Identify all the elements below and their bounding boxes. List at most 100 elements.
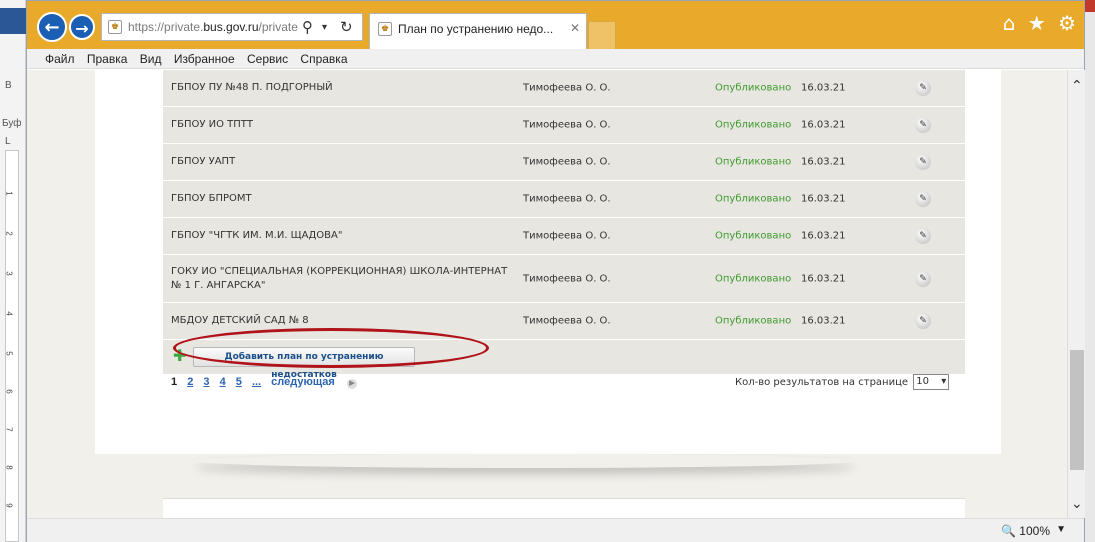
- next-page-link[interactable]: следующая: [271, 376, 335, 388]
- browser-window: ← → ♚ https://private.bus.gov.ru/private…: [26, 0, 1085, 542]
- org-name: ГБПОУ "ЧГТК ИМ. М.И. ЩАДОВА": [171, 230, 343, 241]
- background-label: Буф: [2, 118, 22, 129]
- browser-titlebar: ← → ♚ https://private.bus.gov.ru/private…: [27, 1, 1084, 49]
- table-row: ГБПОУ ПУ №48 П. ПОДГОРНЫЙ Тимофеева О. О…: [163, 70, 965, 107]
- author-name: Тимофеева О. О.: [523, 119, 611, 131]
- org-name: ГБПОУ ИО ТПТТ: [171, 119, 253, 130]
- lower-card: [163, 498, 965, 518]
- edit-pencil-icon[interactable]: ✎: [915, 228, 931, 244]
- settings-gear-icon[interactable]: ⚙: [1058, 11, 1076, 35]
- scroll-thumb[interactable]: [1070, 350, 1084, 470]
- date-text: 16.03.21: [801, 230, 846, 242]
- edit-pencil-icon[interactable]: ✎: [915, 117, 931, 133]
- background-app-button: [0, 8, 26, 34]
- status-text: Опубликовано: [715, 315, 792, 327]
- ruler-mark: 1: [4, 191, 14, 196]
- address-bar[interactable]: ♚ https://private.bus.gov.ru/private ⚲ ▾…: [101, 13, 363, 41]
- author-name: Тимофеева О. О.: [523, 193, 611, 205]
- select-arrow-icon: ▾: [941, 376, 947, 387]
- background-label: L: [5, 136, 11, 147]
- org-name: ГБПОУ УАПТ: [171, 156, 236, 167]
- toolbar-icons: ⌂ ★ ⚙: [997, 11, 1076, 35]
- ruler-mark: 5: [4, 351, 14, 356]
- date-text: 16.03.21: [801, 193, 846, 205]
- ruler-mark: 9: [4, 503, 14, 508]
- edit-pencil-icon[interactable]: ✎: [915, 313, 931, 329]
- author-name: Тимофеева О. О.: [523, 230, 611, 242]
- table-row: ГБПОУ "ЧГТК ИМ. М.И. ЩАДОВА" Тимофеева О…: [163, 218, 965, 255]
- highlight-annotation: [173, 328, 489, 368]
- page-link[interactable]: 4: [220, 376, 226, 388]
- forward-button[interactable]: →: [69, 14, 95, 40]
- date-text: 16.03.21: [801, 119, 846, 131]
- pagination: 1 2 3 4 5 ... следующая ▶: [171, 376, 364, 389]
- org-name: ГБПОУ ПУ №48 П. ПОДГОРНЫЙ: [171, 82, 333, 93]
- per-page-select[interactable]: 10 ▾: [913, 374, 950, 390]
- edit-pencil-icon[interactable]: ✎: [915, 191, 931, 207]
- status-text: Опубликовано: [715, 230, 792, 242]
- dropdown-arrow-icon[interactable]: ▾: [322, 22, 327, 33]
- date-text: 16.03.21: [801, 273, 846, 284]
- refresh-icon[interactable]: ↻: [340, 18, 353, 36]
- menu-file[interactable]: Файл: [45, 49, 75, 69]
- ruler-mark: 7: [4, 427, 14, 432]
- back-button[interactable]: ←: [37, 12, 67, 42]
- per-page-label: Кол-во результатов на странице: [735, 377, 909, 388]
- page-link[interactable]: 2: [187, 376, 193, 388]
- date-text: 16.03.21: [801, 156, 846, 168]
- menu-help[interactable]: Справка: [300, 49, 347, 69]
- ruler-mark: 8: [4, 465, 14, 470]
- page-link[interactable]: 5: [236, 376, 242, 388]
- menu-favorites[interactable]: Избранное: [174, 49, 235, 69]
- next-arrow-icon[interactable]: ▶: [346, 379, 357, 389]
- table-row: ГБПОУ БПРОМТ Тимофеева О. О. Опубликован…: [163, 181, 965, 218]
- tab-title: План по устранению недо...: [398, 22, 554, 36]
- vertical-scrollbar[interactable]: ⌃ ⌄: [1067, 70, 1085, 518]
- org-name: МБДОУ ДЕТСКИЙ САД № 8: [171, 315, 309, 326]
- background-app-strip: В Буф L 1 2 3 4 5 6 7 8 9: [0, 0, 26, 542]
- status-text: Опубликовано: [715, 119, 792, 131]
- ruler-mark: 2: [4, 231, 14, 236]
- scroll-up-icon[interactable]: ⌃: [1071, 78, 1083, 94]
- site-favicon-icon: ♚: [108, 20, 122, 34]
- menu-bar: Файл Правка Вид Избранное Сервис Справка: [27, 49, 1084, 69]
- status-text: Опубликовано: [715, 273, 792, 284]
- search-icon[interactable]: ⚲: [302, 18, 313, 36]
- page-current: 1: [171, 376, 178, 388]
- background-label: В: [5, 80, 12, 91]
- table-row: ГОКУ ИО "СПЕЦИАЛЬНАЯ (КОРРЕКЦИОННАЯ) ШКО…: [163, 255, 965, 303]
- ruler-mark: 4: [4, 311, 14, 316]
- close-tab-icon[interactable]: ✕: [570, 21, 580, 35]
- page-link-ellipsis[interactable]: ...: [252, 376, 261, 388]
- new-tab-button[interactable]: [588, 21, 616, 49]
- author-name: Тимофеева О. О.: [523, 82, 611, 94]
- ruler-mark: 3: [4, 271, 14, 276]
- ruler-mark: 6: [4, 389, 14, 394]
- author-name: Тимофеева О. О.: [523, 315, 611, 327]
- menu-edit[interactable]: Правка: [87, 49, 128, 69]
- org-name: ГОКУ ИО "СПЕЦИАЛЬНАЯ (КОРРЕКЦИОННАЯ) ШКО…: [171, 265, 508, 291]
- page-content: ГБПОУ ПУ №48 П. ПОДГОРНЫЙ Тимофеева О. О…: [27, 70, 1067, 518]
- address-url[interactable]: https://private.bus.gov.ru/private: [128, 20, 298, 34]
- browser-tab-active[interactable]: ♚ План по устранению недо... ✕: [369, 13, 587, 49]
- favorites-star-icon[interactable]: ★: [1028, 11, 1046, 35]
- edit-pencil-icon[interactable]: ✎: [915, 80, 931, 96]
- zoom-level[interactable]: 🔍 100%: [1001, 524, 1050, 538]
- home-icon[interactable]: ⌂: [1003, 11, 1016, 35]
- status-text: Опубликовано: [715, 156, 792, 168]
- edit-pencil-icon[interactable]: ✎: [915, 270, 931, 287]
- menu-tools[interactable]: Сервис: [247, 49, 288, 69]
- author-name: Тимофеева О. О.: [523, 273, 611, 284]
- table-row: ГБПОУ ИО ТПТТ Тимофеева О. О. Опубликова…: [163, 107, 965, 144]
- scroll-down-icon[interactable]: ⌄: [1071, 496, 1083, 512]
- org-name: ГБПОУ БПРОМТ: [171, 193, 252, 204]
- date-text: 16.03.21: [801, 315, 846, 327]
- edit-pencil-icon[interactable]: ✎: [915, 154, 931, 170]
- tab-favicon-icon: ♚: [378, 22, 392, 36]
- zoom-dropdown-icon[interactable]: ▼: [1056, 524, 1066, 535]
- per-page-control: Кол-во результатов на странице 10 ▾: [735, 374, 950, 390]
- status-bar: 🔍 100% ▼: [27, 518, 1084, 542]
- menu-view[interactable]: Вид: [140, 49, 162, 69]
- page-link[interactable]: 3: [203, 376, 209, 388]
- author-name: Тимофеева О. О.: [523, 156, 611, 168]
